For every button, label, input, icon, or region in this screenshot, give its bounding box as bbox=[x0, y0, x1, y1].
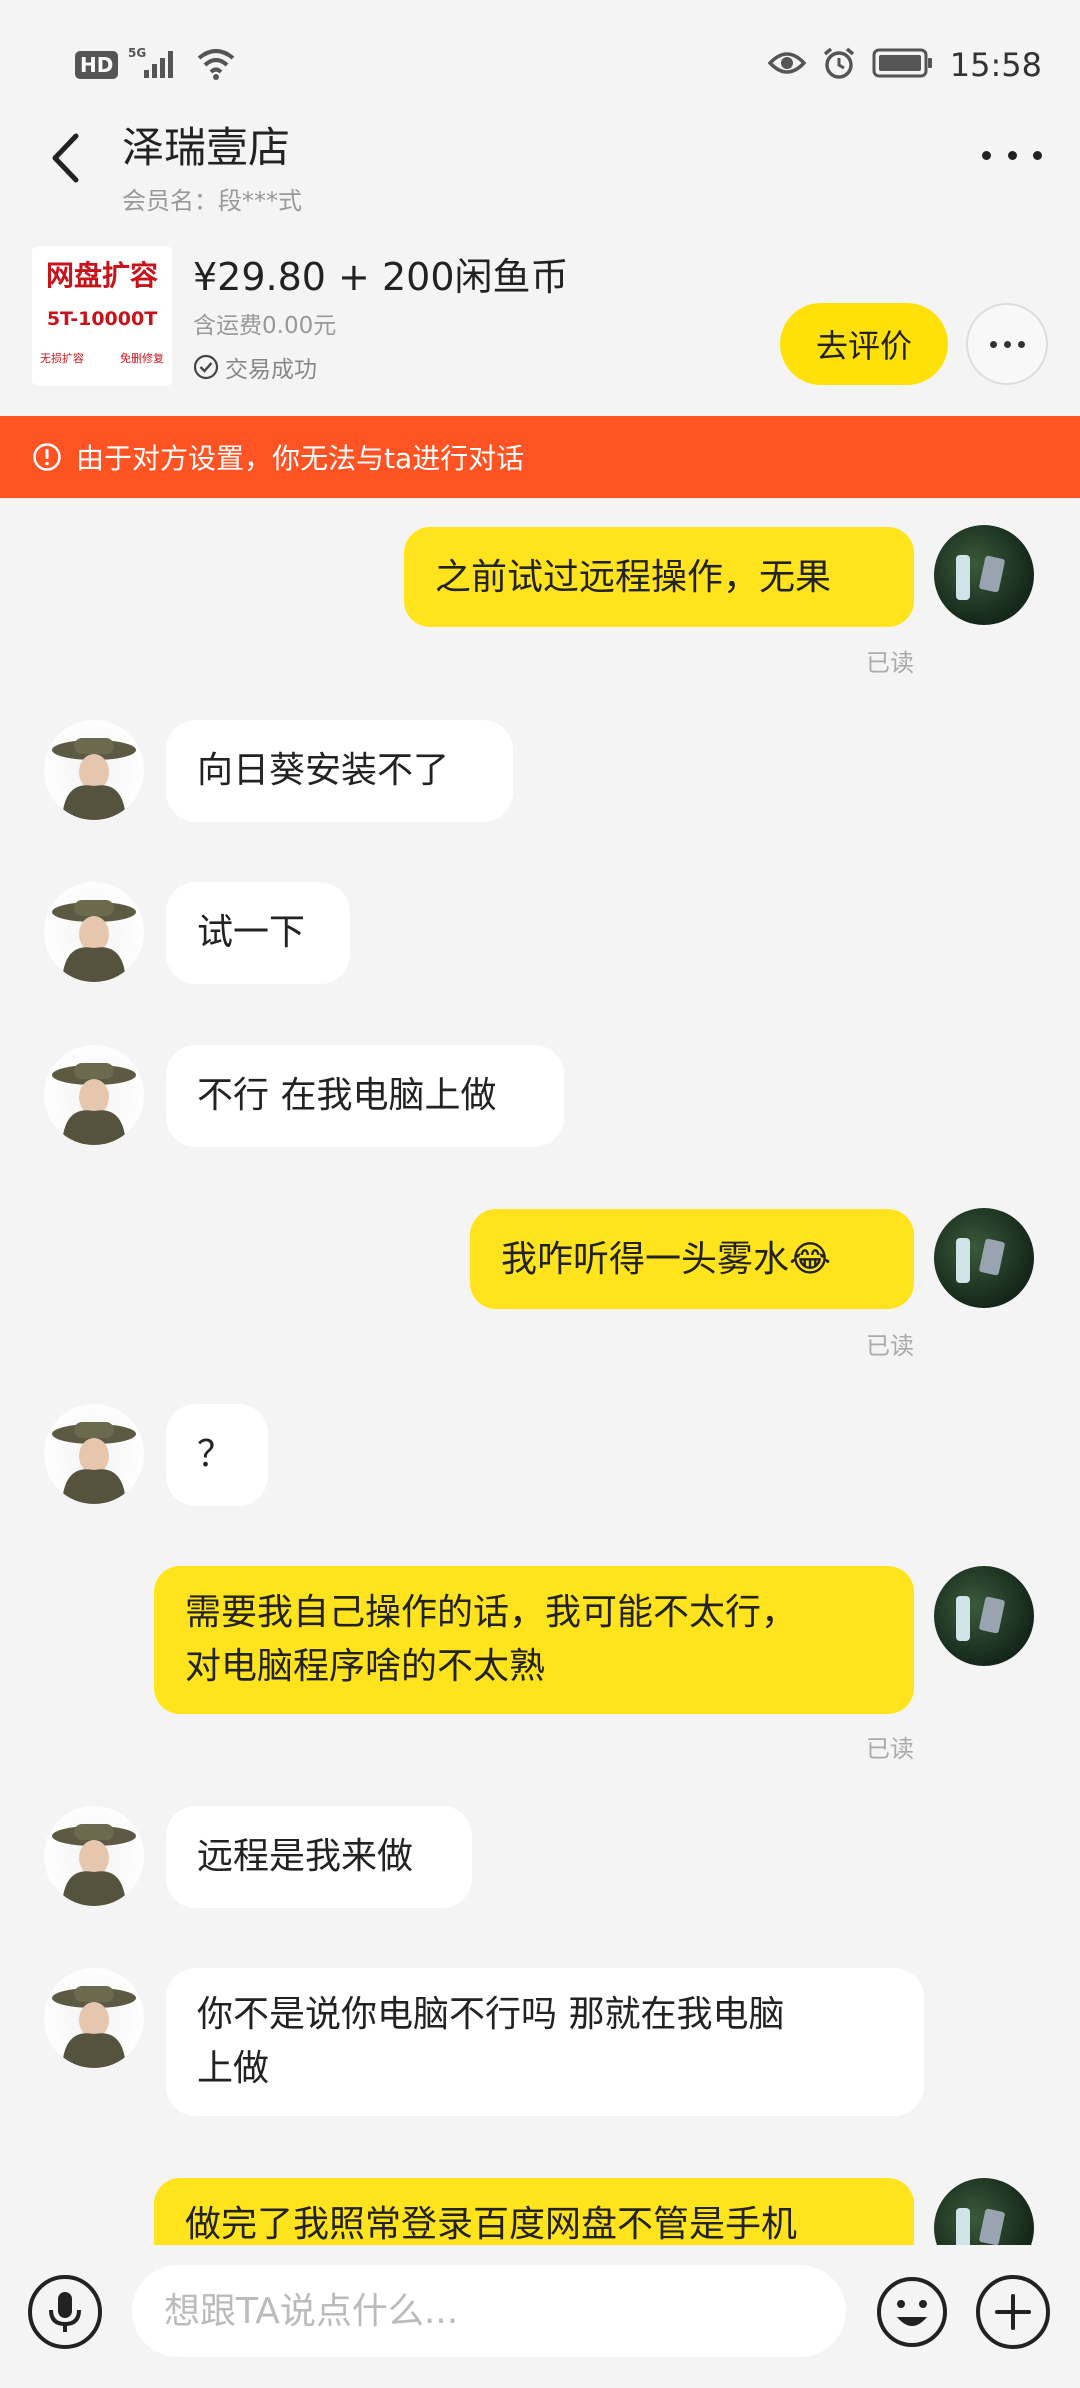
avatar-image bbox=[52, 900, 136, 982]
read-receipt: 已读 bbox=[866, 1332, 914, 1360]
dot-icon bbox=[1007, 150, 1017, 160]
dot-icon bbox=[1017, 340, 1025, 348]
clock: 15:58 bbox=[949, 46, 1042, 84]
more-options-button[interactable] bbox=[982, 140, 1042, 170]
avatar-image bbox=[956, 1596, 1005, 1641]
check-circle-icon bbox=[193, 354, 219, 380]
chat-header: 泽瑞壹店 会员名：段***式 bbox=[0, 100, 1080, 215]
more-actions-button[interactable] bbox=[976, 2275, 1050, 2349]
svg-text:5G: 5G bbox=[128, 46, 146, 60]
avatar-image bbox=[956, 2208, 1005, 2245]
input-bar bbox=[0, 2245, 1080, 2388]
deal-status: 交易成功 bbox=[193, 350, 317, 384]
chevron-left-icon bbox=[52, 133, 79, 183]
message-bubble-sent[interactable]: 之前试过远程操作，无果 bbox=[404, 527, 914, 627]
plus-icon bbox=[995, 2294, 1031, 2330]
product-more-button[interactable] bbox=[966, 303, 1048, 385]
product-card[interactable]: 网盘扩容 5T-10000T 无损扩容 免删修复 ¥29.80 + 200闲鱼币… bbox=[0, 230, 1080, 415]
warning-banner: 由于对方设置，你无法与ta进行对话 bbox=[0, 416, 1080, 498]
warning-icon bbox=[33, 443, 61, 471]
alarm-icon bbox=[822, 46, 856, 84]
avatar-image bbox=[956, 555, 1005, 600]
contact-avatar[interactable] bbox=[44, 1968, 144, 2068]
contact-avatar[interactable] bbox=[44, 1404, 144, 1504]
page-title: 泽瑞壹店 bbox=[122, 123, 291, 172]
message-bubble-received[interactable]: ？ bbox=[166, 1404, 268, 1506]
dot-icon bbox=[989, 340, 997, 348]
microphone-icon bbox=[49, 2292, 81, 2332]
avatar-image bbox=[956, 1238, 1005, 1283]
member-name: 会员名：段***式 bbox=[122, 187, 302, 215]
voice-button[interactable] bbox=[28, 2275, 102, 2349]
thumb-tags: 无损扩容 免删修复 bbox=[40, 350, 164, 366]
message-bubble-received[interactable]: 你不是说你电脑不行吗 那就在我电脑 上做 bbox=[166, 1968, 924, 2116]
thumb-tag-right: 免删修复 bbox=[120, 352, 164, 365]
contact-avatar[interactable] bbox=[44, 720, 144, 820]
dot-icon bbox=[982, 150, 991, 160]
wifi-icon bbox=[196, 46, 236, 84]
dot-icon bbox=[1033, 150, 1042, 160]
thumb-title: 网盘扩容 bbox=[45, 259, 158, 292]
my-avatar[interactable] bbox=[934, 1208, 1034, 1308]
avatar-image bbox=[52, 1986, 136, 2068]
product-thumbnail[interactable]: 网盘扩容 5T-10000T 无损扩容 免删修复 bbox=[32, 246, 172, 386]
my-avatar[interactable] bbox=[934, 2178, 1034, 2245]
message-bubble-received[interactable]: 不行 在我电脑上做 bbox=[166, 1045, 564, 1147]
message-bubble-received[interactable]: 向日葵安装不了 bbox=[166, 720, 513, 822]
battery-icon bbox=[872, 47, 934, 83]
status-left: HD 5G bbox=[75, 46, 236, 84]
message-bubble-received[interactable]: 试一下 bbox=[166, 882, 350, 984]
review-button[interactable]: 去评价 bbox=[780, 303, 948, 385]
message-bubble-received[interactable]: 远程是我来做 bbox=[166, 1806, 472, 1908]
warning-text: 由于对方设置，你无法与ta进行对话 bbox=[76, 442, 525, 475]
read-receipt: 已读 bbox=[866, 649, 914, 677]
product-price: ¥29.80 + 200闲鱼币 bbox=[193, 255, 569, 299]
message-bubble-sent[interactable]: 我咋听得一头雾水😂 bbox=[470, 1209, 914, 1309]
message-list[interactable]: 之前试过远程操作，无果 已读 向日葵安装不了 试一下 不行 在我电脑上做 我咋听… bbox=[0, 498, 1080, 2245]
read-receipt: 已读 bbox=[866, 1735, 914, 1763]
contact-avatar[interactable] bbox=[44, 1806, 144, 1906]
title-block: 泽瑞壹店 会员名：段***式 bbox=[122, 114, 302, 216]
status-right: 15:58 bbox=[767, 46, 1042, 84]
shipping-fee: 含运费0.00元 bbox=[193, 313, 337, 339]
contact-avatar[interactable] bbox=[44, 1045, 144, 1145]
avatar-image bbox=[52, 1824, 136, 1906]
message-bubble-sent[interactable]: 需要我自己操作的话，我可能不太行， 对电脑程序啥的不太熟 bbox=[154, 1566, 914, 1714]
emoji-icon bbox=[877, 2277, 947, 2347]
avatar-image bbox=[52, 1422, 136, 1504]
avatar-image bbox=[52, 738, 136, 820]
contact-avatar[interactable] bbox=[44, 882, 144, 982]
my-avatar[interactable] bbox=[934, 525, 1034, 625]
avatar-image bbox=[52, 1063, 136, 1145]
hd-badge: HD bbox=[75, 51, 119, 79]
eye-icon bbox=[767, 49, 807, 81]
thumb-subtitle: 5T-10000T bbox=[46, 308, 158, 330]
thumb-tag-left: 无损扩容 bbox=[40, 352, 84, 365]
message-input[interactable] bbox=[132, 2265, 846, 2357]
deal-status-label: 交易成功 bbox=[225, 357, 317, 383]
signal-icon: 5G bbox=[128, 46, 186, 84]
emoji-button[interactable] bbox=[875, 2275, 949, 2349]
my-avatar[interactable] bbox=[934, 1566, 1034, 1666]
back-button[interactable] bbox=[40, 128, 90, 188]
message-bubble-sent[interactable]: 做完了我照常登录百度网盘不管是手机 bbox=[154, 2178, 914, 2245]
dot-icon bbox=[1003, 340, 1011, 348]
